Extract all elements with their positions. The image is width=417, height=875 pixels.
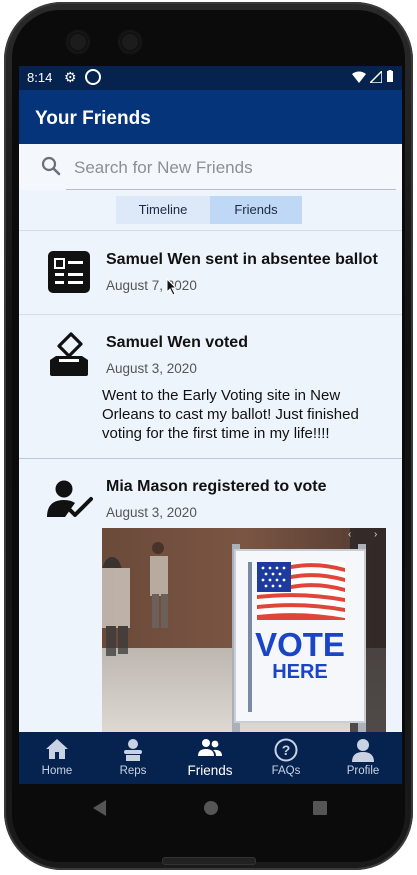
vote-box-icon <box>50 332 88 376</box>
sign-vote-text: VOTE <box>255 626 345 663</box>
nav-faqs[interactable]: ? FAQs <box>248 732 324 784</box>
question-icon: ? <box>274 738 298 762</box>
nav-label: Reps <box>119 765 147 777</box>
home-icon <box>46 739 68 759</box>
nav-label: Profile <box>346 765 380 777</box>
feed-item-title: Samuel Wen voted <box>106 334 248 351</box>
system-navigation <box>19 784 402 832</box>
svg-text:?: ? <box>282 742 291 758</box>
reps-icon <box>124 739 142 761</box>
feed-item-date: August 7, 2020 <box>106 278 197 293</box>
phone-speaker <box>162 857 256 865</box>
feed-item-photo[interactable]: VOTE HERE ‹ › <box>102 528 386 732</box>
nav-label: Home <box>41 765 73 777</box>
wifi-icon <box>352 71 366 83</box>
bottom-navigation: Home Reps Friends ? FAQs Profile <box>19 732 402 784</box>
view-toggle: Timeline Friends <box>116 196 302 224</box>
nav-friends[interactable]: Friends <box>172 732 248 784</box>
feed-item-date: August 3, 2020 <box>106 361 197 376</box>
battery-icon <box>387 70 393 82</box>
signal-icon <box>370 70 382 83</box>
search-bar[interactable]: Search for New Friends <box>19 144 402 190</box>
app-bar: Your Friends <box>19 90 402 144</box>
recents-icon[interactable] <box>313 801 327 815</box>
mouse-cursor-icon <box>166 278 178 296</box>
nav-label: FAQs <box>271 765 301 777</box>
search-icon <box>41 156 61 176</box>
feed-item-title: Mia Mason registered to vote <box>106 478 327 495</box>
status-bar: 8:14 ⚙ <box>19 66 402 90</box>
page-title: Your Friends <box>35 108 151 129</box>
device-frame: 8:14 ⚙ Your Friends Search for New Frien… <box>0 0 417 875</box>
back-icon[interactable] <box>93 800 107 816</box>
feed-item-body: Went to the Early Voting site in New Orl… <box>102 387 359 442</box>
system-icons <box>352 70 394 83</box>
nav-reps[interactable]: Reps <box>95 732 171 784</box>
status-time: 8:14 <box>27 70 53 85</box>
front-camera <box>68 32 88 52</box>
tab-friends[interactable]: Friends <box>210 196 302 224</box>
feed-item[interactable]: Samuel Wen voted August 3, 2020 Went to … <box>19 314 402 458</box>
search-underline <box>66 189 396 190</box>
chevron-right-icon: › <box>374 529 377 540</box>
sign-here-text: HERE <box>272 661 328 683</box>
feed-item-date: August 3, 2020 <box>106 505 197 520</box>
feed-item[interactable]: Samuel Wen sent in absentee ballot Augus… <box>19 230 402 314</box>
feed-item-title: Samuel Wen sent in absentee ballot <box>106 251 378 268</box>
chevron-left-icon: ‹ <box>348 529 351 540</box>
friends-icon <box>198 739 222 756</box>
nav-label: Friends <box>187 763 233 778</box>
home-circle-icon[interactable] <box>203 800 219 816</box>
search-input[interactable]: Search for New Friends <box>74 158 253 178</box>
nav-home[interactable]: Home <box>19 732 95 784</box>
tab-timeline[interactable]: Timeline <box>116 196 210 224</box>
ballot-form-icon <box>48 251 90 293</box>
front-sensor <box>120 32 140 52</box>
dnd-icon <box>85 69 101 85</box>
nav-profile[interactable]: Profile <box>325 732 401 784</box>
profile-icon <box>352 739 374 762</box>
user-check-icon <box>47 480 93 517</box>
app-screen: 8:14 ⚙ Your Friends Search for New Frien… <box>19 66 402 732</box>
vote-here-photo: VOTE HERE ‹ › <box>102 528 386 732</box>
gear-icon: ⚙ <box>64 69 77 85</box>
